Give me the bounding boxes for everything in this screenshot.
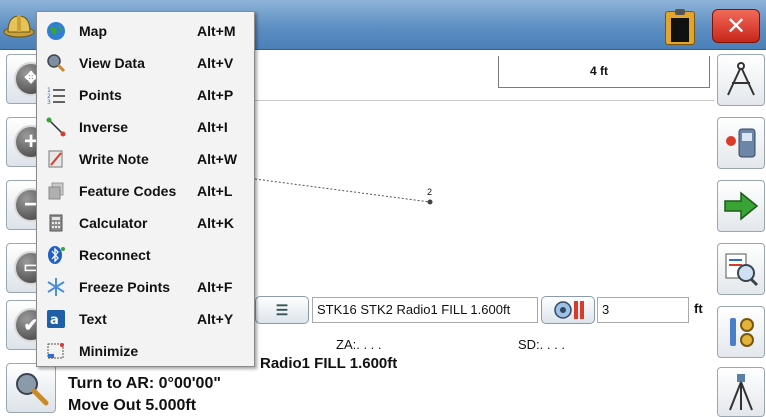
globe-icon [45, 20, 67, 42]
snowflake-icon [45, 276, 67, 298]
notepad-icon [45, 148, 67, 170]
menu-label: Minimize [79, 343, 139, 359]
menu-shortcut: Alt+Y [197, 311, 234, 327]
description-field[interactable]: STK16 STK2 Radio1 FILL 1.600ft [312, 297, 538, 323]
minimize-icon [45, 340, 67, 362]
target-height-field[interactable]: 3 [597, 297, 689, 323]
menu-label: Feature Codes [79, 183, 177, 199]
magnifier-icon [16, 373, 49, 406]
menu-shortcut: Alt+F [197, 279, 233, 295]
description-list-button[interactable]: ☰ [255, 296, 309, 324]
height-unit-label: ft [694, 301, 703, 316]
main-menu-button[interactable] [2, 4, 36, 46]
total-station-icon [726, 128, 756, 158]
menu-shortcut: Alt+P [197, 87, 234, 103]
menu-item-minimize[interactable]: Minimize [37, 335, 254, 367]
menu-label: Calculator [79, 215, 148, 231]
search-data-button[interactable] [717, 243, 765, 295]
menu-label: Points [79, 87, 122, 103]
turn-instruction: Turn to AR: 0°00'00" [68, 375, 221, 392]
clipboard-icon[interactable] [665, 9, 695, 45]
menu-item-feature-codes[interactable]: Feature Codes Alt+L [37, 175, 254, 207]
menu-label: View Data [79, 55, 145, 71]
tripod-icon [729, 374, 753, 411]
menu-label: Freeze Points [79, 279, 171, 295]
view-data-button[interactable] [6, 363, 56, 413]
menu-shortcut: Alt+W [197, 151, 238, 167]
menu-item-calculator[interactable]: Calculator Alt+K [37, 207, 254, 239]
layers-icon [45, 180, 67, 202]
inverse-line [254, 178, 431, 203]
hard-hat-icon [3, 15, 35, 38]
scale-label: 4 ft [590, 64, 608, 78]
svg-text:3: 3 [47, 99, 51, 105]
wrench-gear-icon [730, 318, 754, 347]
prism-button[interactable] [541, 296, 595, 324]
compass-icon [727, 62, 755, 96]
document-search-icon [725, 253, 759, 287]
menu-label: Write Note [79, 151, 149, 167]
menu-shortcut: Alt+L [197, 183, 233, 199]
prism-target-icon [554, 301, 584, 319]
menu-label: Inverse [79, 119, 129, 135]
point-label: 2 [427, 187, 433, 197]
menu-shortcut: Alt+V [197, 55, 234, 71]
tripod-button[interactable] [717, 367, 765, 417]
bluetooth-icon [45, 244, 67, 266]
settings-button[interactable] [717, 306, 765, 358]
instrument-button[interactable] [717, 117, 765, 169]
sd-readout: SD:. . . . [518, 337, 565, 352]
menu-shortcut: Alt+K [197, 215, 234, 231]
menu-item-view-data[interactable]: View Data Alt+V [37, 47, 254, 79]
menu-item-points[interactable]: 123 Points Alt+P [37, 79, 254, 111]
close-button[interactable]: ✕ [712, 9, 760, 43]
right-arrow-icon [724, 191, 759, 221]
calculator-icon [45, 212, 67, 234]
menu-item-inverse[interactable]: Inverse Alt+I [37, 111, 254, 143]
menu-item-write-note[interactable]: Write Note Alt+W [37, 143, 254, 175]
menu-item-map[interactable]: Map Alt+M [37, 15, 254, 47]
numbered-list-icon: 123 [45, 84, 67, 106]
abc-list-icon: ☰ [275, 301, 289, 318]
menu-item-freeze-points[interactable]: Freeze Points Alt+F [37, 271, 254, 303]
magnifier-icon [45, 52, 67, 74]
point-marker[interactable] [427, 199, 433, 205]
close-icon: ✕ [725, 12, 747, 40]
menu-item-reconnect[interactable]: Reconnect [37, 239, 254, 271]
menu-shortcut: Alt+I [197, 119, 228, 135]
right-toolbar [714, 51, 766, 417]
menu-label: Reconnect [79, 247, 151, 263]
text-icon: a [45, 308, 67, 330]
svg-text:a: a [50, 313, 59, 328]
za-readout: ZA:. . . . [336, 337, 382, 352]
stake-description: Radio1 FILL 1.600ft [260, 355, 398, 372]
menu-label: Map [79, 23, 107, 39]
menu-item-text[interactable]: a Text Alt+Y [37, 303, 254, 335]
menu-label: Text [79, 311, 107, 327]
menu-shortcut: Alt+M [197, 23, 236, 39]
cogo-button[interactable] [717, 54, 765, 106]
main-menu: Map Alt+M View Data Alt+V 123 Points Alt… [36, 11, 255, 367]
line-segment-icon [45, 116, 67, 138]
move-instruction: Move Out 5.000ft [68, 397, 197, 414]
next-arrow-button[interactable] [717, 180, 765, 232]
